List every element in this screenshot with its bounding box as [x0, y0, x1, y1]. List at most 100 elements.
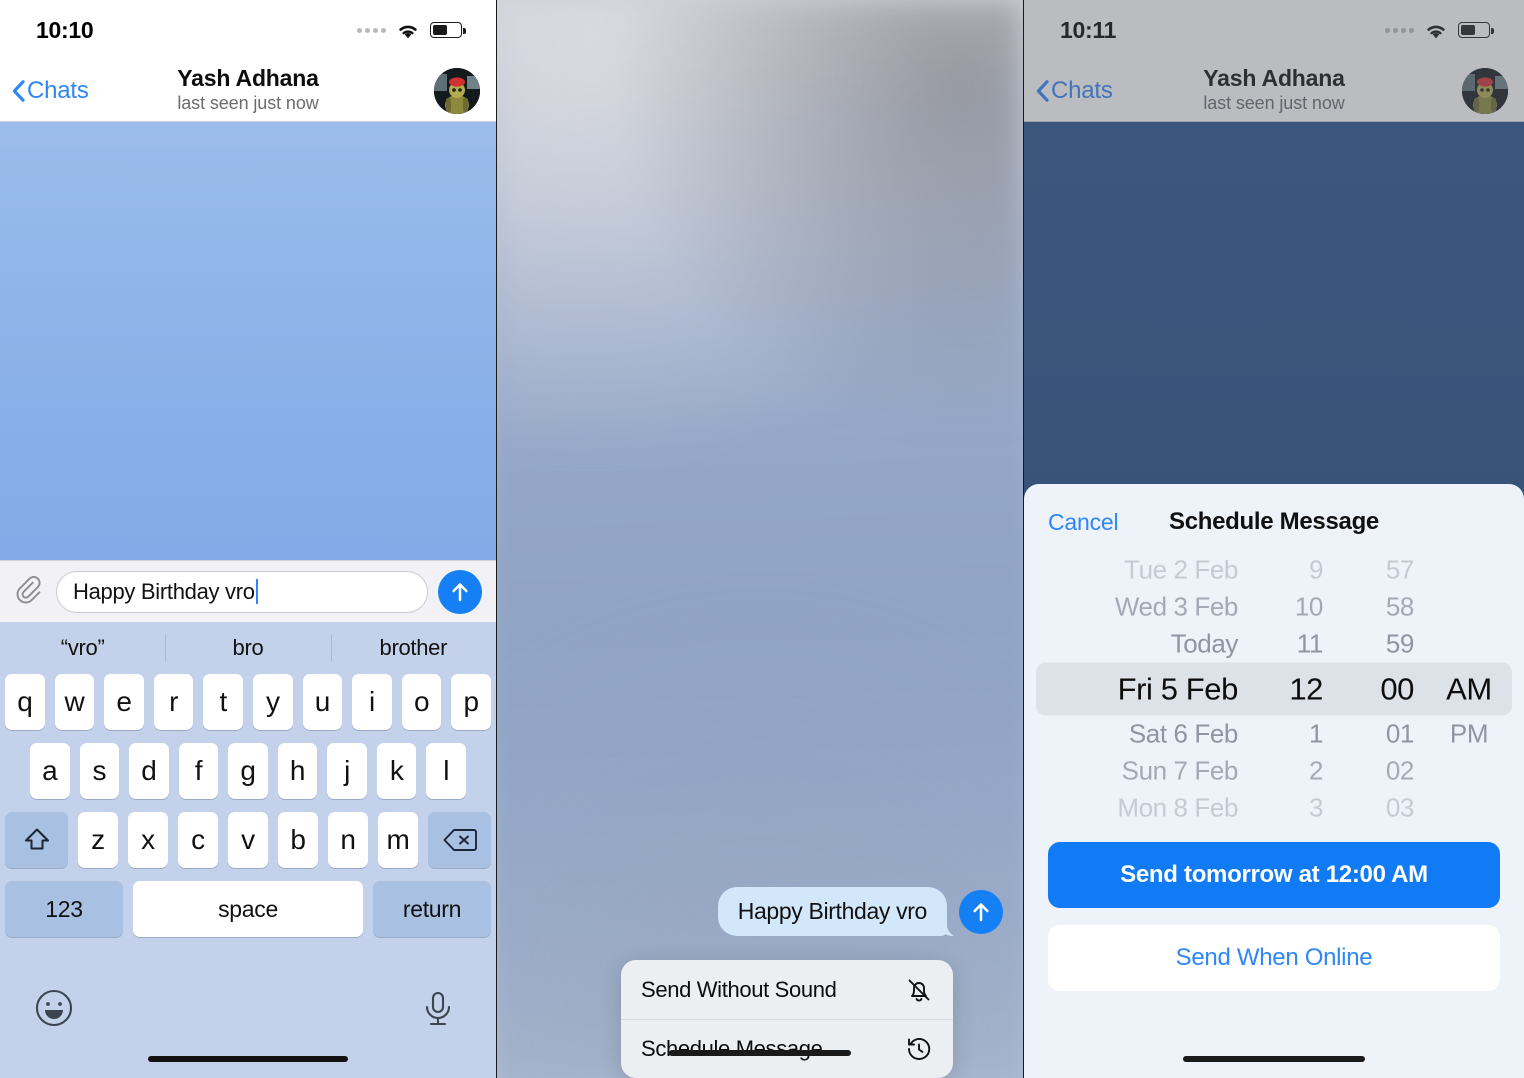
send-button[interactable] [438, 569, 482, 614]
chevron-left-icon [12, 79, 25, 102]
back-label: Chats [1051, 76, 1113, 104]
status-bar: 10:10 [0, 0, 496, 60]
picker-ampm-selected: AM [1446, 671, 1492, 706]
key-x[interactable]: x [128, 812, 168, 868]
picker-minute: 57 [1385, 560, 1415, 585]
key-z[interactable]: z [78, 812, 118, 868]
cancel-button[interactable]: Cancel [1048, 509, 1119, 536]
key-n[interactable]: n [328, 812, 368, 868]
picker-row[interactable]: Sun 7 Feb 2 02 [1024, 753, 1524, 790]
key-w[interactable]: w [54, 674, 95, 730]
suggestion-1[interactable]: bro [165, 635, 330, 661]
home-indicator [1183, 1056, 1365, 1062]
send-button[interactable] [959, 889, 1003, 934]
key-s[interactable]: s [79, 743, 120, 799]
avatar[interactable] [1462, 67, 1508, 114]
numbers-key[interactable]: 123 [5, 881, 123, 937]
key-h[interactable]: h [277, 743, 318, 799]
navigation-bar: Chats Yash Adhana last seen just now [0, 60, 496, 122]
pending-message-bubble[interactable]: Happy Birthday vro [717, 887, 954, 936]
picker-row[interactable]: Wed 3 Feb 10 58 [1024, 589, 1524, 626]
attachment-clip-icon[interactable] [14, 575, 46, 608]
picker-row[interactable]: Mon 8 Feb 3 03 [1024, 790, 1524, 819]
key-l[interactable]: l [426, 743, 467, 799]
schedule-message-sheet: Cancel Schedule Message Tue 2 Feb 9 57 W… [1024, 484, 1524, 1078]
microphone-icon[interactable] [418, 988, 458, 1028]
signal-dots-icon [1385, 27, 1414, 33]
picker-row[interactable]: Tue 2 Feb 9 57 [1024, 560, 1524, 589]
status-indicators [357, 21, 466, 40]
message-composer: Happy Birthday vro [0, 560, 496, 622]
keyboard-row-4: 123 space return [0, 881, 496, 937]
status-time: 10:11 [1060, 16, 1117, 43]
picker-hour: 11 [1296, 628, 1324, 659]
pending-message-row: Happy Birthday vro [497, 887, 1023, 936]
picker-hour: 1 [1308, 718, 1323, 749]
picker-row-selected[interactable]: Fri 5 Feb 12 00 AM [1024, 663, 1524, 716]
key-a[interactable]: a [29, 743, 70, 799]
keyboard-row-3: z x c v b n m [0, 812, 496, 868]
key-j[interactable]: j [327, 743, 367, 799]
picker-hour: 9 [1308, 560, 1323, 585]
picker-minute: 02 [1385, 755, 1415, 786]
key-e[interactable]: e [104, 674, 144, 730]
chevron-left-icon [1036, 79, 1049, 102]
send-scheduled-button[interactable]: Send tomorrow at 12:00 AM [1048, 842, 1500, 908]
key-y[interactable]: y [253, 674, 293, 730]
key-m[interactable]: m [378, 812, 418, 868]
key-c[interactable]: c [178, 812, 218, 868]
emoji-icon[interactable] [34, 988, 74, 1028]
key-t[interactable]: t [203, 674, 243, 730]
text-caret [255, 579, 258, 604]
picker-date: Wed 3 Feb [1114, 591, 1239, 622]
key-k[interactable]: k [376, 743, 417, 799]
home-indicator [148, 1056, 348, 1062]
avatar-image [1462, 67, 1508, 114]
status-indicators [1385, 21, 1494, 40]
back-label: Chats [27, 76, 89, 104]
battery-icon [430, 22, 466, 38]
shift-key[interactable] [5, 812, 68, 868]
picker-hour: 10 [1294, 591, 1324, 622]
key-q[interactable]: q [5, 674, 45, 730]
key-p[interactable]: p [451, 674, 491, 730]
back-to-chats-button[interactable]: Chats [1036, 77, 1113, 105]
back-to-chats-button[interactable]: Chats [12, 77, 89, 105]
avatar-image [434, 67, 480, 114]
key-v[interactable]: v [228, 812, 268, 868]
suggestion-2[interactable]: brother [331, 635, 496, 661]
picker-hour: 2 [1308, 755, 1323, 786]
key-f[interactable]: f [178, 743, 219, 799]
key-b[interactable]: b [278, 812, 318, 868]
avatar[interactable] [434, 67, 480, 114]
picker-row[interactable]: Today 11 59 [1024, 626, 1524, 663]
picker-date-selected: Fri 5 Feb [1117, 671, 1239, 706]
suggestion-0[interactable]: “vro” [0, 635, 165, 661]
return-key[interactable]: return [373, 881, 491, 937]
backspace-key[interactable] [428, 812, 491, 868]
bubble-tail [940, 919, 954, 936]
key-g[interactable]: g [228, 743, 268, 799]
menu-item-send-without-sound[interactable]: Send Without Sound [621, 960, 953, 1019]
datetime-picker[interactable]: Tue 2 Feb 9 57 Wed 3 Feb 10 58 Today 11 … [1024, 560, 1524, 818]
send-when-online-button[interactable]: Send When Online [1048, 925, 1500, 991]
menu-item-schedule-message[interactable]: Schedule Message [621, 1019, 953, 1078]
shift-arrow-icon [24, 828, 49, 850]
picker-minute: 58 [1385, 591, 1415, 622]
message-input[interactable]: Happy Birthday vro [56, 570, 428, 613]
space-key[interactable]: space [133, 881, 363, 937]
wifi-icon [1427, 25, 1445, 38]
key-i[interactable]: i [352, 674, 392, 730]
key-d[interactable]: d [129, 743, 169, 799]
picker-row[interactable]: Sat 6 Feb 1 01 PM [1024, 716, 1524, 753]
key-u[interactable]: u [302, 674, 343, 730]
message-input-value: Happy Birthday vro [73, 578, 255, 604]
bell-slash-icon [908, 979, 930, 1001]
picker-minute-selected: 00 [1380, 671, 1414, 706]
key-r[interactable]: r [153, 674, 194, 730]
status-time: 10:10 [36, 16, 94, 43]
picker-minute: 03 [1385, 792, 1415, 819]
keyboard-row-1: q w e r t y u i o p [0, 674, 496, 730]
wifi-icon [399, 25, 417, 38]
key-o[interactable]: o [401, 674, 442, 730]
